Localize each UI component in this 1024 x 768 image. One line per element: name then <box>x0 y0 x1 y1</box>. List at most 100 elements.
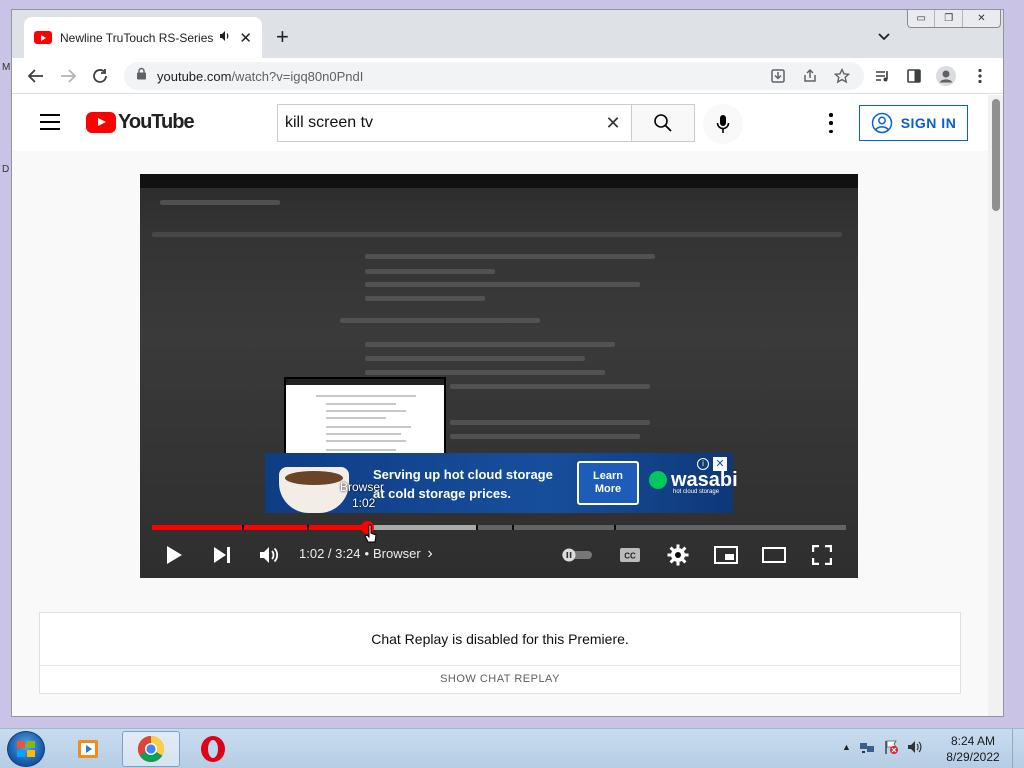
video-blur-detail <box>450 384 650 389</box>
show-hidden-icons-arrow[interactable]: ▲ <box>842 742 851 752</box>
search-icon <box>654 114 672 132</box>
minimize-button[interactable]: ▭ <box>908 10 936 27</box>
settings-kebab-icon[interactable] <box>828 113 834 133</box>
video-blur-detail <box>365 370 605 375</box>
reload-icon[interactable] <box>90 66 110 86</box>
volume-icon[interactable] <box>257 543 281 567</box>
search-button[interactable] <box>631 104 695 142</box>
theater-mode-icon[interactable] <box>762 543 786 567</box>
ad-info-icon[interactable]: i <box>697 458 709 470</box>
scrollbar-thumb[interactable] <box>992 99 1000 211</box>
new-tab-button[interactable]: + <box>276 26 289 48</box>
ad-brand-name: wasabi <box>671 469 738 491</box>
media-control-icon[interactable] <box>872 66 892 86</box>
sign-in-button[interactable]: SIGN IN <box>859 105 968 141</box>
share-icon[interactable] <box>800 66 820 86</box>
start-button[interactable] <box>7 731 45 767</box>
chapter-divider <box>242 525 244 530</box>
chevron-right-icon[interactable]: › <box>427 545 432 562</box>
taskbar-opera[interactable] <box>184 731 242 767</box>
action-center-flag-icon[interactable] <box>883 739 899 755</box>
player-controls: 1:02 / 3:24 • Browser › CC <box>140 534 858 574</box>
settings-gear-icon[interactable] <box>666 543 690 567</box>
overlay-ad-banner[interactable]: Serving up hot cloud storage at cold sto… <box>265 453 738 513</box>
miniplayer-icon[interactable] <box>714 543 738 567</box>
close-window-button[interactable]: ✕ <box>963 10 1000 27</box>
chrome-logo-icon <box>137 735 165 763</box>
chapter-separator: • <box>364 546 370 561</box>
side-panel-icon[interactable] <box>904 66 924 86</box>
next-video-icon[interactable] <box>210 543 234 567</box>
ad-brand-logo: wasabi hot cloud storage <box>649 469 738 495</box>
taskbar-chrome[interactable] <box>122 731 180 767</box>
youtube-logo[interactable]: YouTube <box>86 111 195 134</box>
chapter-divider <box>307 525 309 530</box>
seek-preview-time: 1:02 <box>352 496 376 510</box>
ad-close-icon[interactable]: ✕ <box>713 457 727 471</box>
windows-taskbar: ▲ 8:24 AM 8/29/2022 <box>0 728 1024 768</box>
back-icon[interactable] <box>26 66 46 86</box>
account-circle-icon <box>871 112 892 134</box>
ad-line-2: at cold storage prices. <box>373 486 511 501</box>
ad-line-1: Serving up hot cloud storage <box>373 467 553 482</box>
page-scrollbar[interactable] <box>988 95 1003 716</box>
search-input[interactable]: kill screen tv ✕ <box>277 104 631 142</box>
install-icon[interactable] <box>768 66 788 86</box>
taskbar-media-player[interactable] <box>60 731 118 767</box>
speaker-icon[interactable] <box>219 30 231 45</box>
progress-bar[interactable] <box>152 521 846 534</box>
url-path: /watch?v=igq80n0PndI <box>231 68 364 84</box>
youtube-favicon-icon <box>34 31 52 44</box>
subtitles-cc-icon[interactable]: CC <box>618 543 642 567</box>
url-domain: youtube.com <box>157 68 232 84</box>
video-blur-detail <box>365 282 640 287</box>
system-tray: ▲ <box>842 739 923 755</box>
time-elapsed-total: 1:02 / 3:24 <box>299 546 361 561</box>
chapter-divider <box>476 525 478 530</box>
desktop-icon-label: D <box>2 164 10 175</box>
tab-strip: Newline TruTouch RS-Series ✕ + ▭ ❐ ✕ <box>12 10 1003 58</box>
video-player[interactable]: Serving up hot cloud storage at cold sto… <box>140 174 858 578</box>
show-desktop-button[interactable] <box>1012 729 1024 768</box>
volume-tray-icon[interactable] <box>907 739 923 755</box>
address-bar[interactable]: youtube.com/watch?v=igq80n0PndI <box>124 62 864 90</box>
ad-learn-more-button[interactable]: Learn More <box>577 461 639 505</box>
opera-logo-icon <box>201 736 225 762</box>
tab-title: Newline TruTouch RS-Series <box>60 30 214 45</box>
autoplay-toggle-icon[interactable] <box>560 543 594 567</box>
progress-played <box>152 525 368 530</box>
video-blur-detail <box>450 434 640 439</box>
logo-text: YouTube <box>118 111 195 133</box>
play-icon[interactable] <box>162 543 186 567</box>
chapter-title[interactable]: Browser <box>373 546 421 561</box>
voice-search-button[interactable] <box>703 104 743 144</box>
restore-button[interactable]: ❐ <box>935 10 963 27</box>
profile-avatar-icon[interactable] <box>936 66 956 86</box>
forward-icon[interactable] <box>58 66 78 86</box>
media-player-icon <box>78 740 98 758</box>
video-blur-detail <box>450 420 650 425</box>
windows-logo-icon <box>17 741 35 757</box>
chrome-menu-icon[interactable] <box>970 66 990 86</box>
browser-tab[interactable]: Newline TruTouch RS-Series ✕ <box>24 17 262 58</box>
desktop-icon-label: M <box>2 62 11 73</box>
video-blur-detail <box>365 254 655 259</box>
fullscreen-icon[interactable] <box>810 543 834 567</box>
video-blur-detail <box>340 318 540 323</box>
wasabi-logo-icon <box>649 471 667 489</box>
search-query: kill screen tv <box>285 114 374 131</box>
system-clock[interactable]: 8:24 AM 8/29/2022 <box>940 733 1006 765</box>
ad-headline: Serving up hot cloud storage at cold sto… <box>373 465 553 503</box>
bookmark-star-icon[interactable] <box>832 66 852 86</box>
tab-close-icon[interactable]: ✕ <box>239 29 252 47</box>
clear-search-icon[interactable]: ✕ <box>595 113 631 134</box>
chat-divider <box>40 665 960 666</box>
network-icon[interactable] <box>859 739 875 755</box>
browser-window: Newline TruTouch RS-Series ✕ + ▭ ❐ ✕ you… <box>11 9 1004 717</box>
youtube-header: YouTube kill screen tv ✕ SIGN IN <box>12 95 988 151</box>
chevron-down-icon[interactable] <box>876 28 892 44</box>
show-chat-replay-button[interactable]: SHOW CHAT REPLAY <box>40 673 960 685</box>
hamburger-menu-icon[interactable] <box>40 114 60 130</box>
window-controls: ▭ ❐ ✕ <box>907 10 1001 28</box>
video-frame-top <box>140 174 858 188</box>
